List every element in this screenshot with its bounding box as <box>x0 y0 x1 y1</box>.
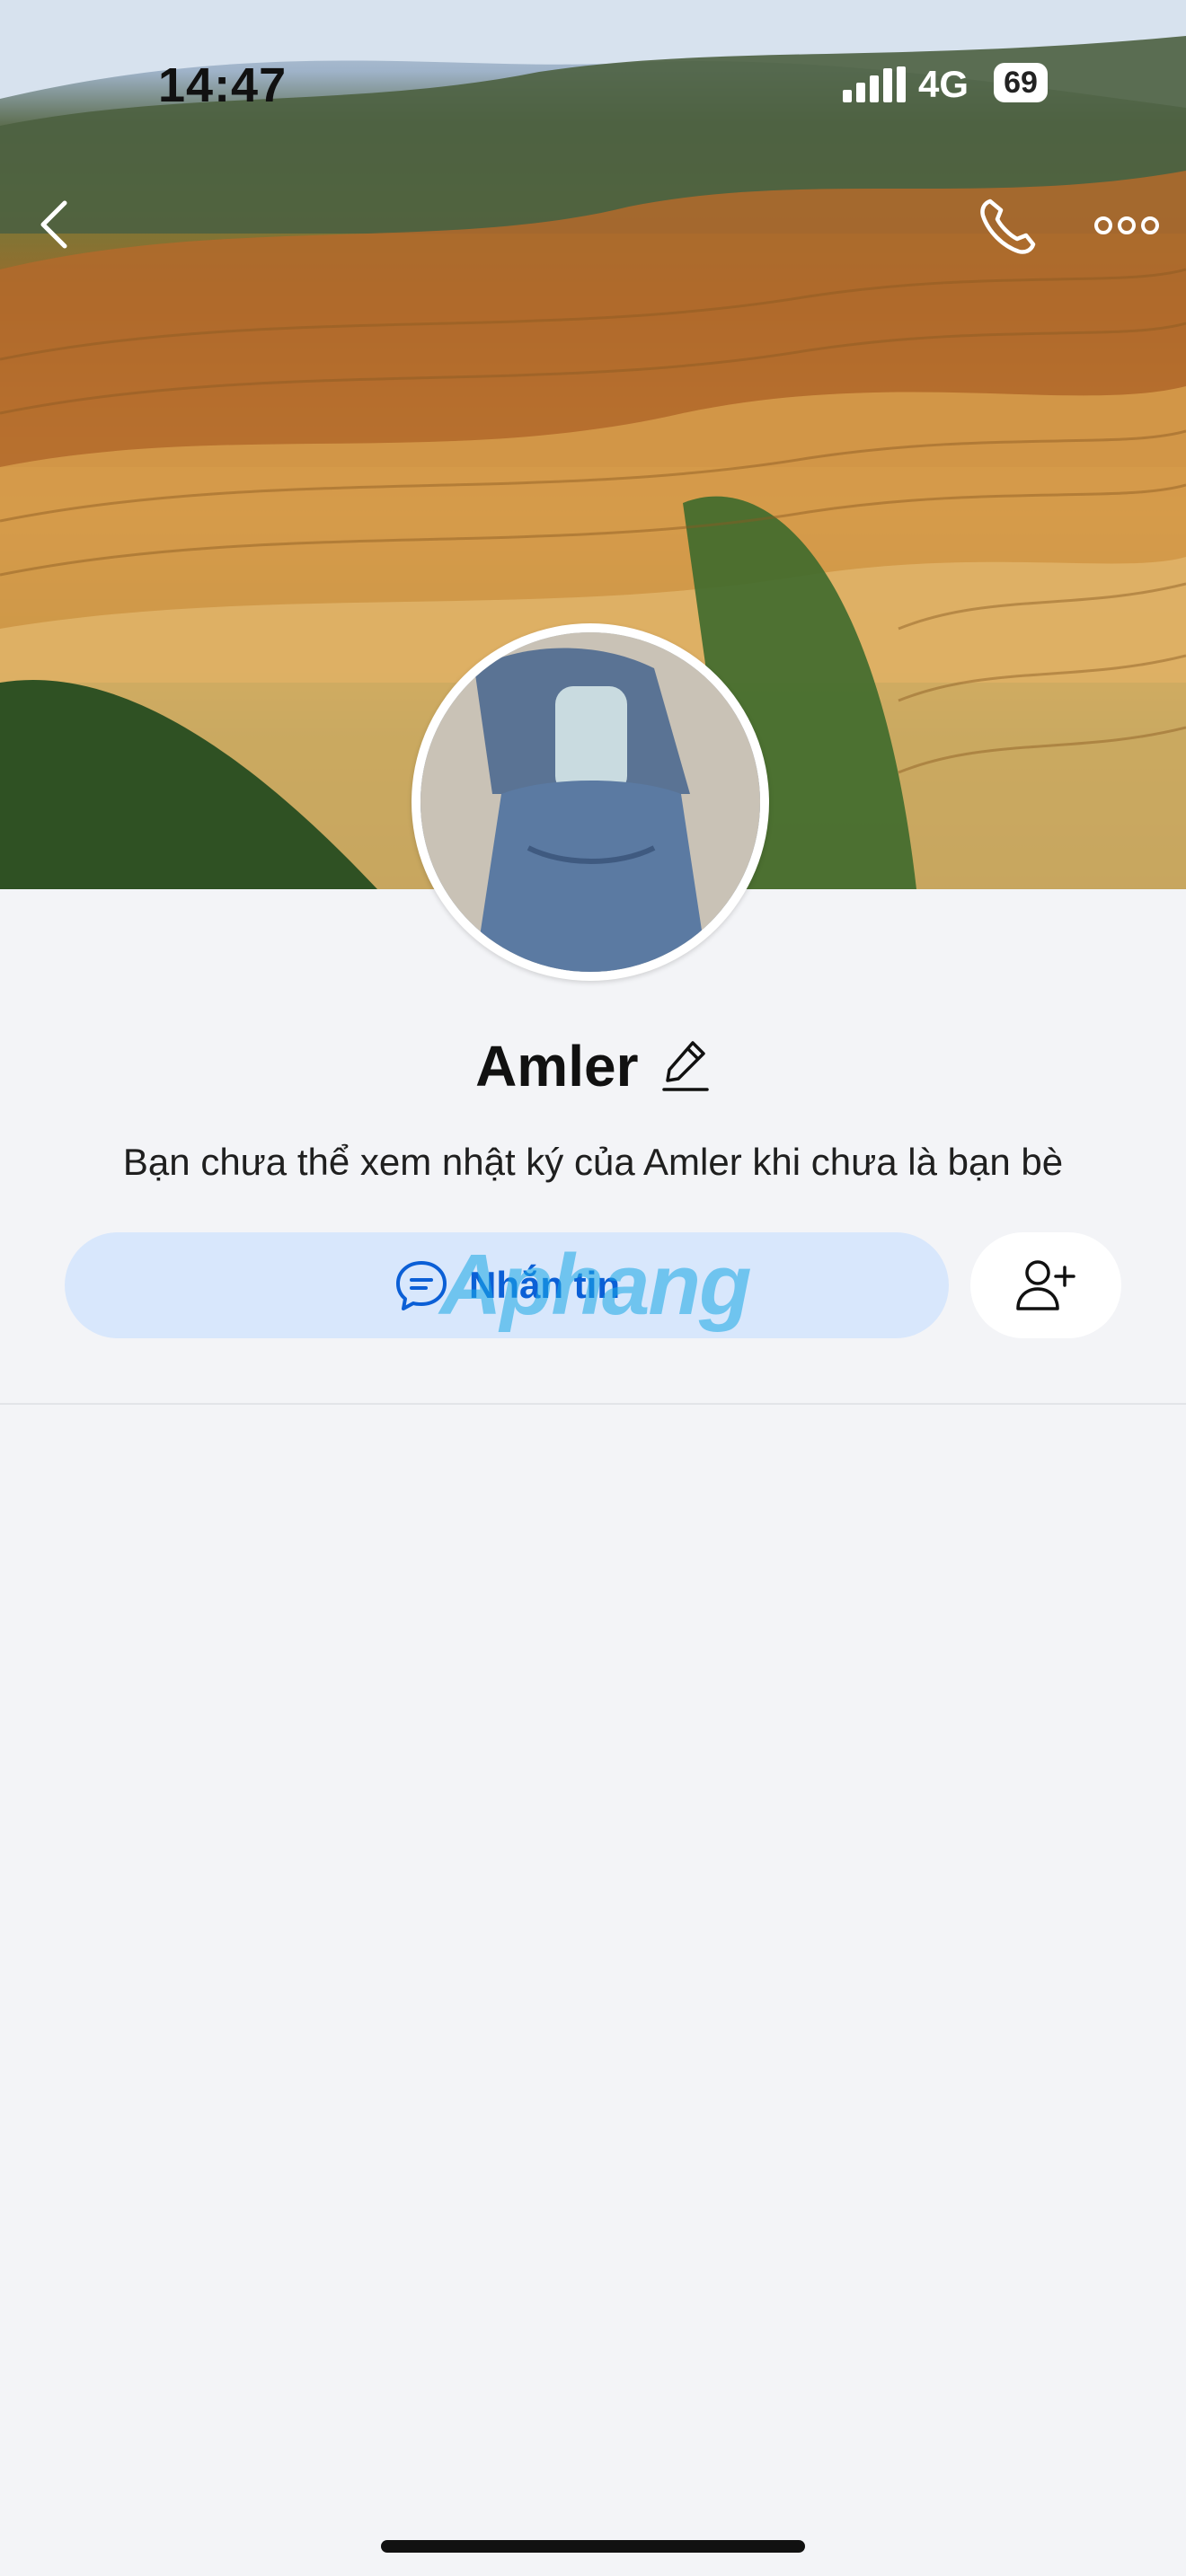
battery-indicator: 69 <box>994 63 1048 102</box>
network-label: 4G <box>918 63 969 105</box>
profile-name: Amler <box>475 1034 639 1098</box>
home-indicator[interactable] <box>381 2540 805 2553</box>
profile-name-row: Amler <box>0 1033 1186 1099</box>
chevron-left-icon[interactable] <box>32 198 75 251</box>
phone-icon[interactable] <box>976 194 1044 257</box>
avatar[interactable] <box>412 623 769 981</box>
user-plus-icon <box>1016 1260 1075 1310</box>
add-friend-button[interactable] <box>970 1232 1121 1338</box>
friend-notice: Bạn chưa thể xem nhật ký của Amler khi c… <box>122 1141 1064 1183</box>
avatar-photo <box>420 632 760 972</box>
pencil-icon[interactable] <box>660 1037 711 1095</box>
watermark: Aphang <box>439 1237 751 1333</box>
section-divider <box>0 1403 1186 1405</box>
status-time: 14:47 <box>158 58 288 112</box>
status-bar: 14:47 4G 69 <box>0 54 1186 117</box>
more-horizontal-icon[interactable] <box>1094 212 1159 239</box>
signal-icon <box>843 66 906 102</box>
